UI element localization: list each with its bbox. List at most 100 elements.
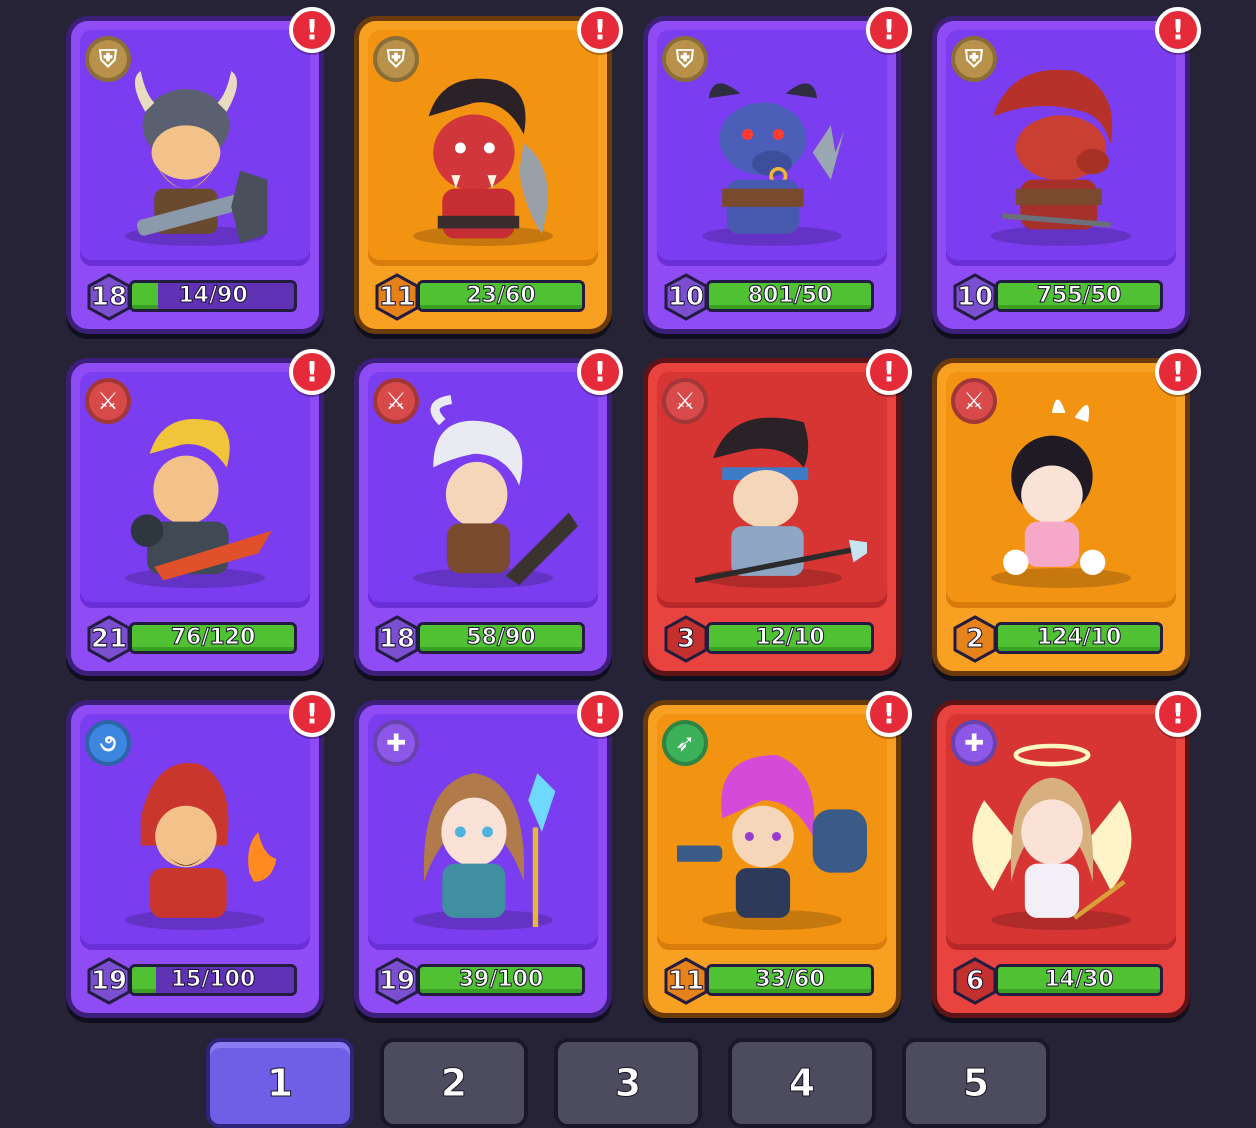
hero-portrait: ⚔	[657, 372, 887, 608]
alert-icon: !	[866, 691, 912, 737]
hero-portrait: ✚	[368, 714, 598, 950]
level-badge: 19	[373, 957, 421, 1005]
hero-bunny-girl-icon	[1003, 399, 1106, 575]
progress-text: 15/100	[170, 967, 256, 993]
hero-portrait: ⛨	[946, 30, 1176, 266]
shard-progress-bar: 33/60	[706, 964, 874, 996]
progress-text: 14/90	[178, 283, 248, 309]
level-badge: 21	[85, 615, 133, 663]
hero-card[interactable]: ✚ ! 19 39/100	[354, 691, 623, 1018]
level-badge: 11	[373, 273, 421, 321]
level-text: 10	[956, 282, 994, 313]
shard-progress-bar: 76/120	[129, 622, 297, 654]
hero-portrait: ➶	[657, 714, 887, 950]
hero-card[interactable]: ✚ ! 6 14/30	[932, 691, 1201, 1018]
hero-portrait: ⛨	[80, 30, 310, 266]
level-text: 18	[90, 282, 128, 313]
progress-text: 33/60	[755, 967, 825, 993]
hero-portrait: ⛨	[368, 30, 598, 266]
sword-icon: ⚔	[951, 378, 997, 424]
level-text: 2	[965, 624, 985, 655]
hero-crystal-priestess-icon	[423, 773, 556, 927]
page-button-2[interactable]: 2	[380, 1038, 528, 1128]
hero-card[interactable]: ⚔ ! 21 76/120	[66, 349, 335, 676]
shard-progress-bar: 14/90	[129, 280, 297, 312]
shield-icon: ⛨	[373, 36, 419, 82]
shard-progress-bar: 801/50	[706, 280, 874, 312]
hero-card[interactable]: ⚔ ! 3 12/10	[643, 349, 912, 676]
shield-icon: ⛨	[951, 36, 997, 82]
heal-icon: ✚	[373, 720, 419, 766]
alert-icon: !	[577, 349, 623, 395]
hero-portrait: ⛨	[657, 30, 887, 266]
shield-icon: ⛨	[662, 36, 708, 82]
progress-text: 39/100	[458, 967, 544, 993]
page-button-5[interactable]: 5	[902, 1038, 1050, 1128]
hero-card[interactable]: ૭ ! 19 15/100	[66, 691, 335, 1018]
hero-card[interactable]: ⛨ ! 18 14/90	[66, 7, 335, 334]
shard-progress-bar: 12/10	[706, 622, 874, 654]
hero-portrait: ⚔	[80, 372, 310, 608]
progress-text: 58/90	[466, 625, 536, 651]
hero-card[interactable]: ➶ ! 11 33/60	[643, 691, 912, 1018]
alert-icon: !	[289, 7, 335, 53]
sword-icon: ⚔	[373, 378, 419, 424]
level-text: 21	[90, 624, 128, 655]
progress-text: 801/50	[747, 283, 833, 309]
progress-text: 14/30	[1044, 967, 1114, 993]
shard-progress-bar: 23/60	[417, 280, 585, 312]
level-badge: 3	[662, 615, 710, 663]
hero-pink-gunner-icon	[677, 755, 867, 918]
hero-card[interactable]: ⛨ ! 10 801/50	[643, 7, 912, 334]
sword-icon: ⚔	[85, 378, 131, 424]
page-button-3[interactable]: 3	[554, 1038, 702, 1128]
level-badge: 10	[951, 273, 999, 321]
level-text: 11	[378, 282, 416, 313]
shard-progress-bar: 58/90	[417, 622, 585, 654]
hero-card-grid: ⛨ ! 18 14/90 ⛨ ! 11 23/60 ⛨ ! 10 801/50 …	[0, 0, 1256, 1121]
level-text: 3	[676, 624, 696, 655]
hero-blue-minotaur-icon	[708, 83, 845, 234]
hero-red-orc-icon	[428, 78, 548, 239]
shard-progress-bar: 39/100	[417, 964, 585, 996]
alert-icon: !	[1155, 349, 1201, 395]
level-text: 19	[90, 966, 128, 997]
hero-blond-knight-icon	[130, 418, 272, 581]
hero-fire-mage-icon	[140, 762, 277, 918]
hero-portrait: ⚔	[946, 372, 1176, 608]
shard-progress-bar: 124/10	[995, 622, 1163, 654]
bow-icon: ➶	[662, 720, 708, 766]
hero-portrait: ✚	[946, 714, 1176, 950]
alert-icon: !	[289, 349, 335, 395]
shield-icon: ⛨	[85, 36, 131, 82]
sword-icon: ⚔	[662, 378, 708, 424]
level-badge: 19	[85, 957, 133, 1005]
hero-card[interactable]: ⛨ ! 10 755/50	[932, 7, 1201, 334]
hero-card[interactable]: ⚔ ! 18 58/90	[354, 349, 623, 676]
magic-icon: ૭	[85, 720, 131, 766]
alert-icon: !	[577, 691, 623, 737]
alert-icon: !	[1155, 691, 1201, 737]
page-button-1[interactable]: 1	[206, 1038, 354, 1128]
level-badge: 6	[951, 957, 999, 1005]
progress-text: 755/50	[1036, 283, 1122, 309]
level-badge: 10	[662, 273, 710, 321]
level-text: 6	[965, 966, 985, 997]
hero-portrait: ૭	[80, 714, 310, 950]
alert-icon: !	[289, 691, 335, 737]
hero-viking-dwarf-icon	[134, 71, 268, 243]
heal-icon: ✚	[951, 720, 997, 766]
hero-card[interactable]: ⚔ ! 2 124/10	[932, 349, 1201, 676]
progress-text: 12/10	[755, 625, 825, 651]
alert-icon: !	[1155, 7, 1201, 53]
hero-spear-general-icon	[694, 417, 867, 584]
level-text: 10	[667, 282, 705, 313]
hero-card[interactable]: ⛨ ! 11 23/60	[354, 7, 623, 334]
level-badge: 11	[662, 957, 710, 1005]
level-badge: 2	[951, 615, 999, 663]
hero-red-boar-icon	[993, 69, 1113, 230]
level-text: 11	[667, 966, 705, 997]
alert-icon: !	[866, 349, 912, 395]
page-button-4[interactable]: 4	[728, 1038, 876, 1128]
hero-angel-icon	[972, 743, 1132, 920]
